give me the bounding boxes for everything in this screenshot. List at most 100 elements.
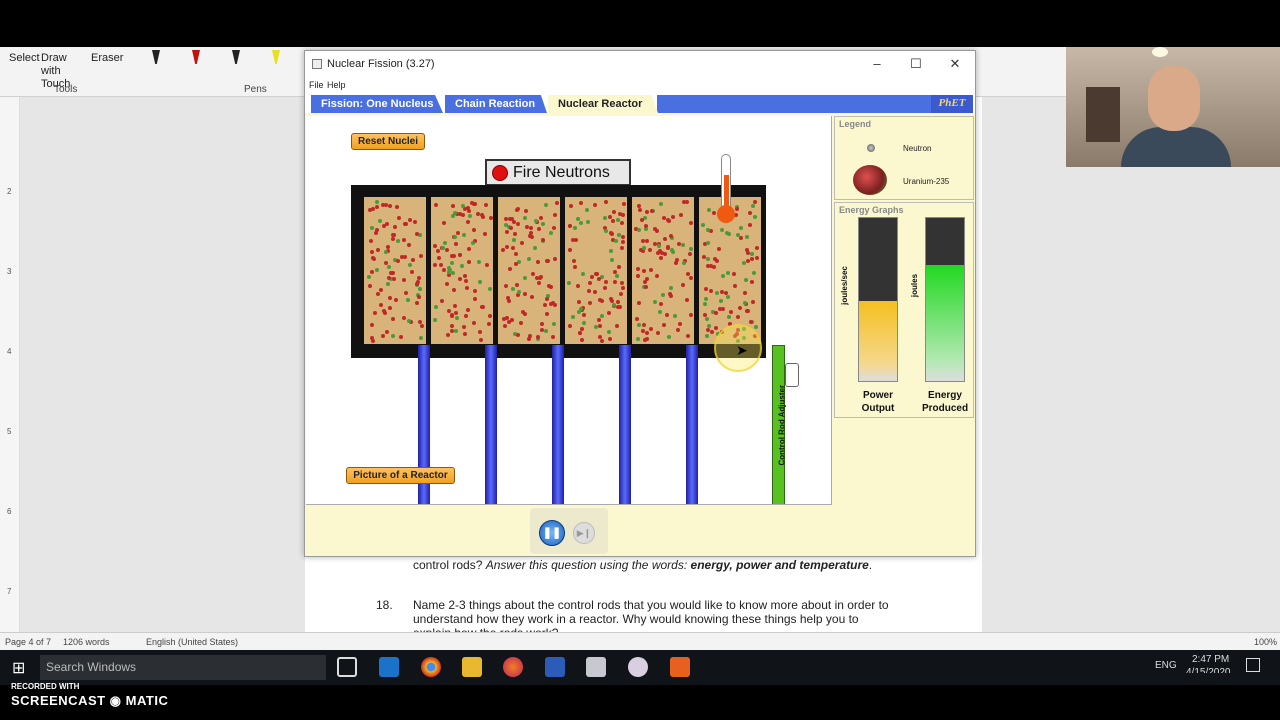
nucleus-dot: [385, 244, 390, 249]
eraser-button[interactable]: Eraser: [91, 52, 123, 65]
nucleus-dot: [622, 202, 627, 207]
nucleus-dot: [450, 204, 455, 209]
language-indicator[interactable]: ENG: [1155, 660, 1177, 671]
task-view-icon[interactable]: [337, 657, 357, 677]
nucleus-dot: [417, 286, 422, 291]
nucleus-dot: [753, 214, 758, 219]
control-rod-handle[interactable]: [785, 363, 799, 387]
nucleus-dot: [749, 280, 754, 285]
nucleus-dot: [600, 338, 605, 343]
word-icon[interactable]: [545, 657, 565, 677]
nucleus-dot: [746, 308, 751, 313]
nucleus-dot: [568, 204, 573, 209]
notifications-icon[interactable]: [1246, 658, 1260, 672]
tab-nuclear-reactor[interactable]: Nuclear Reactor: [548, 95, 658, 113]
tab-fission-one-nucleus[interactable]: Fission: One Nucleus: [311, 95, 443, 113]
nucleus-dot: [460, 204, 465, 209]
clock-time[interactable]: 2:47 PM: [1192, 654, 1229, 665]
nucleus-dot: [367, 284, 372, 289]
nucleus-dot: [536, 280, 541, 285]
nucleus-dot: [706, 256, 711, 261]
chrome-icon[interactable]: [421, 657, 441, 677]
nucleus-dot: [572, 265, 577, 270]
windows-start-icon[interactable]: ⊞: [12, 658, 25, 678]
nucleus-dot: [470, 241, 475, 246]
phet-logo[interactable]: PhET: [931, 95, 973, 113]
firefox-icon[interactable]: [503, 657, 523, 677]
nucleus-dot: [686, 333, 691, 338]
language-status[interactable]: English (United States): [146, 637, 238, 647]
control-rod-adjuster[interactable]: Control Rod Adjuster: [772, 345, 787, 504]
tab-chain-reaction[interactable]: Chain Reaction: [445, 95, 547, 113]
maximize-icon[interactable]: ☐: [906, 56, 926, 72]
nucleus-dot: [670, 247, 675, 252]
control-rod-adjuster-label: Control Rod Adjuster: [777, 384, 787, 466]
nucleus-dot: [523, 275, 528, 280]
zoom-level[interactable]: 100%: [1254, 637, 1277, 647]
nucleus-dot: [712, 265, 717, 270]
control-rod-2: [485, 345, 497, 504]
screencast-icon[interactable]: [670, 657, 690, 677]
nucleus-dot: [689, 275, 694, 280]
nucleus-dot: [640, 238, 645, 243]
nucleus-dot: [472, 297, 477, 302]
nucleus-dot: [689, 221, 694, 226]
app-icon[interactable]: [628, 657, 648, 677]
pause-button[interactable]: ❚❚: [539, 520, 565, 546]
nucleus-dot: [744, 235, 749, 240]
step-button[interactable]: ▶❙: [573, 522, 595, 544]
clock-date[interactable]: 4/15/2020: [1186, 667, 1231, 673]
nucleus-dot: [477, 330, 482, 335]
nucleus-dot: [610, 219, 615, 224]
nucleus-dot: [754, 325, 759, 330]
outlook-icon[interactable]: [379, 657, 399, 677]
nucleus-dot: [540, 238, 545, 243]
nucleus-dot: [604, 229, 609, 234]
nucleus-dot: [635, 316, 640, 321]
java-app-icon[interactable]: [586, 657, 606, 677]
nucleus-dot: [546, 259, 551, 264]
select-button[interactable]: Select: [9, 52, 40, 65]
nucleus-dot: [614, 324, 619, 329]
nucleus-dot: [451, 214, 456, 219]
nucleus-dot: [451, 270, 456, 275]
legend-panel: Legend Neutron Uranium-235: [834, 116, 974, 200]
picture-of-reactor-button[interactable]: Picture of a Reactor: [346, 467, 455, 484]
page-count[interactable]: Page 4 of 7: [5, 637, 51, 647]
nucleus-dot: [587, 300, 592, 305]
window-title: Nuclear Fission (3.27): [327, 58, 435, 70]
nucleus-dot: [614, 273, 619, 278]
nucleus-dot: [438, 263, 443, 268]
mouse-cursor-icon: ➤: [736, 342, 748, 358]
menu-help[interactable]: Help: [327, 80, 346, 90]
nucleus-dot: [673, 314, 678, 319]
taskbar-search-box[interactable]: Search Windows: [40, 655, 326, 680]
close-icon[interactable]: ✕: [945, 56, 965, 72]
nucleus-dot: [454, 310, 459, 315]
nucleus-dot: [621, 239, 626, 244]
nucleus-dot: [648, 248, 653, 253]
nucleus-dot: [714, 325, 719, 330]
word-count[interactable]: 1206 words: [63, 637, 110, 647]
nucleus-dot: [367, 275, 372, 280]
nucleus-dot: [533, 245, 537, 250]
window-titlebar[interactable]: Nuclear Fission (3.27) – ☐ ✕: [305, 51, 975, 77]
minimize-icon[interactable]: –: [867, 56, 887, 71]
nucleus-dot: [401, 277, 406, 282]
screencast-logo: SCREENCAST ◉ MATIC: [11, 693, 169, 708]
nucleus-dot: [579, 221, 584, 226]
nucleus-dot: [658, 310, 663, 315]
reactor-sim-canvas[interactable]: Reset Nuclei Fire Neutrons Control Rod A…: [306, 116, 832, 505]
nucleus-dot: [645, 337, 650, 342]
vertical-ruler: 2 3 4 5 6 7: [0, 97, 20, 632]
file-explorer-icon[interactable]: [462, 657, 482, 677]
nucleus-dot: [401, 237, 406, 242]
menu-file[interactable]: File: [309, 80, 324, 90]
fuel-chamber-1: [364, 197, 426, 344]
control-rod-4: [619, 345, 631, 504]
fire-neutrons-button[interactable]: Fire Neutrons: [485, 159, 631, 186]
nucleus-dot: [467, 213, 472, 218]
reset-nuclei-button[interactable]: Reset Nuclei: [351, 133, 425, 150]
nucleus-dot: [466, 220, 471, 225]
nucleus-dot: [406, 319, 411, 324]
